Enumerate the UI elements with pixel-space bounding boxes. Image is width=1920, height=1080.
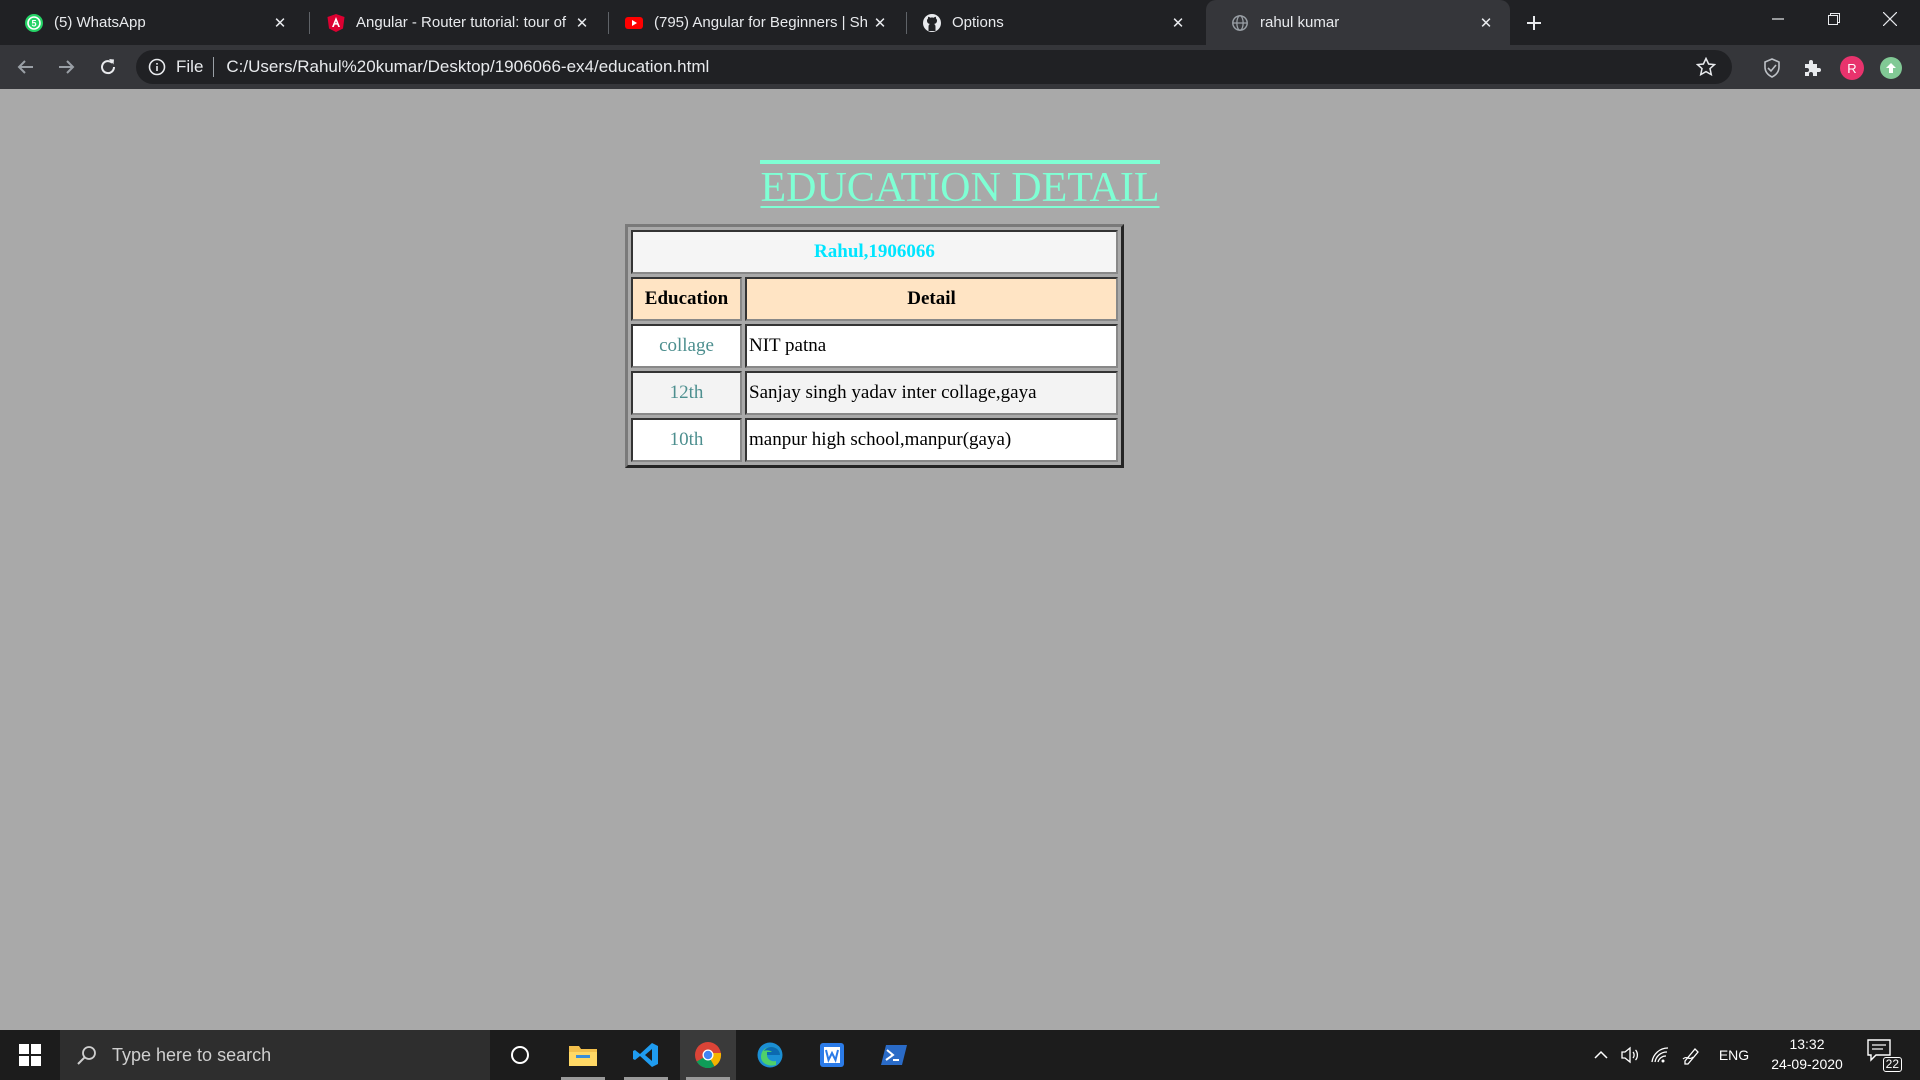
search-icon <box>77 1046 96 1065</box>
speaker-icon <box>1621 1046 1639 1064</box>
page-title-wrapper: EDUCATION DETAIL <box>0 160 1920 210</box>
tab-strip: 5 (5) WhatsApp ✕ Angular - Router tutori… <box>0 0 1920 45</box>
browser-toolbar: File C:/Users/Rahul%20kumar/Desktop/1906… <box>0 45 1920 89</box>
minimize-button[interactable] <box>1750 0 1806 38</box>
notification-count-badge: 22 <box>1882 1057 1902 1072</box>
taskbar-vscode[interactable] <box>618 1030 674 1080</box>
education-level: 12th <box>631 371 742 415</box>
url-scheme-label: File <box>176 57 204 76</box>
column-header-education: Education <box>631 277 742 321</box>
cortana-icon <box>511 1046 529 1064</box>
start-button[interactable] <box>0 1030 60 1080</box>
tab-youtube[interactable]: (795) Angular for Beginners | Sha ✕ <box>600 0 904 45</box>
clock-date: 24-09-2020 <box>1771 1056 1843 1072</box>
volume-button[interactable] <box>1616 1030 1644 1080</box>
institution: Sanjay singh yadav inter collage,gaya <box>745 371 1118 415</box>
edge-icon <box>757 1042 783 1068</box>
chrome-icon <box>695 1042 722 1069</box>
table-row: 10th manpur high school,manpur(gaya) <box>631 418 1118 462</box>
tab-title: Angular - Router tutorial: tour of <box>356 14 567 31</box>
language-indicator[interactable]: ENG <box>1712 1030 1756 1080</box>
pen-icon <box>1682 1048 1699 1065</box>
angular-icon <box>326 13 346 33</box>
reload-icon <box>101 59 116 75</box>
close-icon[interactable]: ✕ <box>570 11 594 35</box>
tab-title: (5) WhatsApp <box>54 14 146 31</box>
address-divider <box>213 57 215 77</box>
table-header-row: Education Detail <box>631 277 1118 321</box>
institution: manpur high school,manpur(gaya) <box>745 418 1118 462</box>
tab-title: rahul kumar <box>1260 14 1340 31</box>
taskbar-edge[interactable] <box>742 1030 798 1080</box>
folder-icon <box>569 1046 597 1066</box>
tab-whatsapp[interactable]: 5 (5) WhatsApp ✕ <box>0 0 304 45</box>
table-row: 12th Sanjay singh yadav inter collage,ga… <box>631 371 1118 415</box>
institution: NIT patna <box>745 324 1118 368</box>
svg-text:5: 5 <box>31 18 36 28</box>
puzzle-icon[interactable] <box>1800 56 1824 80</box>
taskbar-search-box[interactable]: Type here to search <box>60 1030 490 1080</box>
avatar[interactable]: R <box>1840 56 1864 80</box>
wifi-icon <box>1651 1047 1669 1063</box>
tab-title: Options <box>952 14 1004 31</box>
github-icon <box>922 13 942 33</box>
star-icon[interactable] <box>1696 57 1716 77</box>
taskbar-file-explorer[interactable] <box>555 1030 611 1080</box>
tab-angular-router[interactable]: Angular - Router tutorial: tour of ✕ <box>302 0 606 45</box>
student-name-id: Rahul,1906066 <box>631 230 1118 274</box>
action-center-button[interactable]: 22 <box>1866 1038 1902 1072</box>
taskbar-powershell[interactable] <box>866 1030 922 1080</box>
network-button[interactable] <box>1646 1030 1674 1080</box>
close-icon[interactable]: ✕ <box>268 11 292 35</box>
chevron-up-icon <box>1594 1050 1608 1059</box>
page-title: EDUCATION DETAIL <box>760 160 1160 210</box>
tab-title: (795) Angular for Beginners | Sha <box>654 14 868 31</box>
vscode-icon <box>633 1043 658 1067</box>
pen-workspace-button[interactable] <box>1676 1030 1706 1080</box>
youtube-icon <box>624 13 644 33</box>
new-tab-button[interactable] <box>1520 9 1548 37</box>
terminal-icon <box>881 1045 907 1065</box>
education-level: collage <box>631 324 742 368</box>
globe-icon <box>1230 13 1250 33</box>
minimize-icon <box>1772 18 1784 20</box>
taskbar-chrome[interactable] <box>680 1030 736 1080</box>
document-icon <box>820 1043 844 1067</box>
clock-time: 13:32 <box>1789 1036 1825 1052</box>
close-icon[interactable]: ✕ <box>868 11 892 35</box>
back-button[interactable] <box>10 51 42 83</box>
update-icon[interactable] <box>1880 57 1902 79</box>
reload-button[interactable] <box>92 51 124 83</box>
forward-button[interactable] <box>50 51 82 83</box>
table-row: collage NIT patna <box>631 324 1118 368</box>
taskbar-wps[interactable] <box>804 1030 860 1080</box>
education-table: Rahul,1906066 Education Detail collage N… <box>625 224 1124 468</box>
close-icon[interactable]: ✕ <box>1474 11 1498 35</box>
url-text: C:/Users/Rahul%20kumar/Desktop/1906066-e… <box>226 57 710 76</box>
close-icon[interactable]: ✕ <box>1166 11 1190 35</box>
clock[interactable]: 13:32 24-09-2020 <box>1762 1034 1852 1074</box>
close-window-button[interactable] <box>1862 0 1918 38</box>
arrow-left-icon <box>17 60 33 74</box>
restore-icon <box>1828 13 1840 25</box>
tab-options[interactable]: Options ✕ <box>898 0 1202 45</box>
task-view-button[interactable] <box>492 1030 548 1080</box>
search-placeholder: Type here to search <box>112 1044 272 1065</box>
tab-rahul-kumar[interactable]: rahul kumar ✕ <box>1206 0 1510 45</box>
column-header-detail: Detail <box>745 277 1118 321</box>
show-hidden-icons[interactable] <box>1588 1030 1614 1080</box>
close-icon <box>1883 12 1897 26</box>
restore-button[interactable] <box>1806 0 1862 38</box>
taskbar: Type here to search ENG 13:32 24-09-2020… <box>0 1030 1920 1080</box>
address-bar[interactable]: File C:/Users/Rahul%20kumar/Desktop/1906… <box>136 50 1732 84</box>
education-level: 10th <box>631 418 742 462</box>
arrow-right-icon <box>59 60 75 74</box>
info-icon[interactable] <box>148 58 166 76</box>
shield-extension-icon[interactable] <box>1760 56 1784 80</box>
windows-icon <box>19 1044 41 1066</box>
whatsapp-icon: 5 <box>24 13 44 33</box>
table-caption-row: Rahul,1906066 <box>631 230 1118 274</box>
